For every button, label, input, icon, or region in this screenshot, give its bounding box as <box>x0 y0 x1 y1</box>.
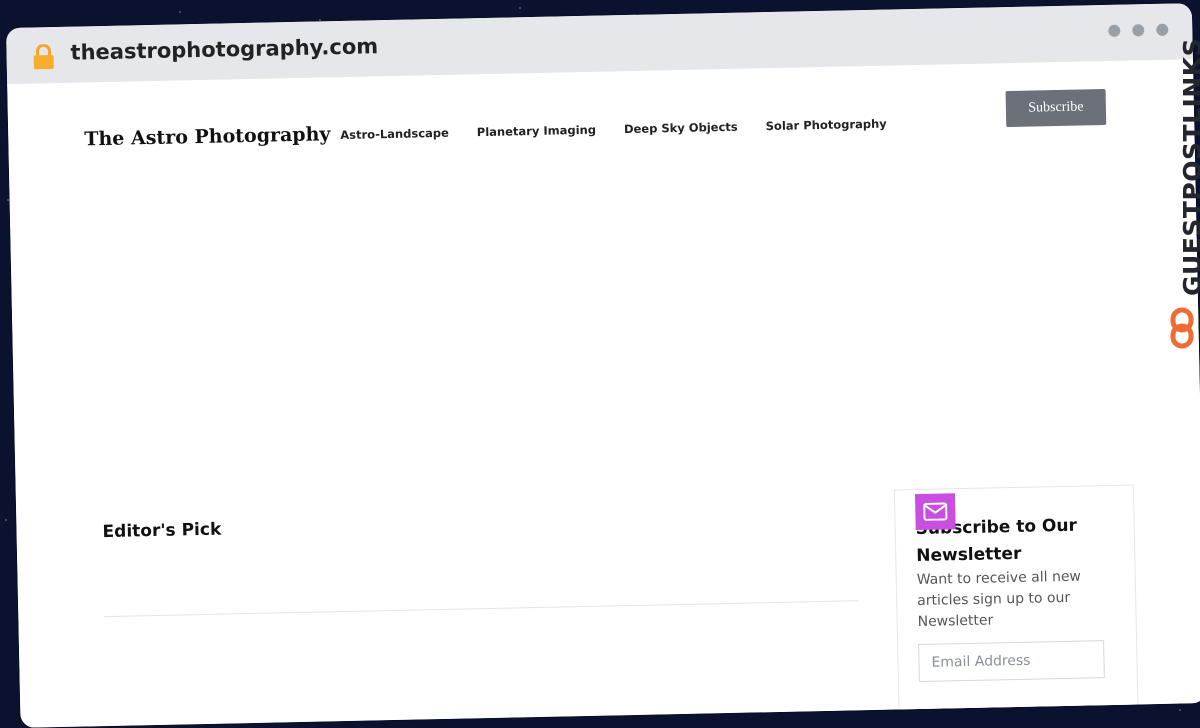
lock-icon <box>33 43 54 70</box>
window-control-dot[interactable] <box>1132 24 1145 37</box>
subscribe-button[interactable]: Subscribe <box>1005 88 1107 128</box>
nav-item-solar-photography[interactable]: Solar Photography <box>766 117 887 134</box>
section-divider <box>104 600 859 618</box>
window-control-dot[interactable] <box>1156 23 1169 36</box>
browser-window: theastrophotography.com The Astro Photog… <box>6 3 1200 728</box>
nav-item-astro-landscape[interactable]: Astro-Landscape <box>340 126 449 142</box>
address-bar-url[interactable]: theastrophotography.com <box>70 34 378 64</box>
editors-pick-heading: Editor's Pick <box>102 519 222 543</box>
mail-icon <box>914 493 956 531</box>
main-navigation: Astro-Landscape Planetary Imaging Deep S… <box>340 117 887 142</box>
newsletter-widget: Subscribe to Our Newsletter Want to rece… <box>893 484 1140 728</box>
window-control-dot[interactable] <box>1108 24 1121 37</box>
website-content: The Astro Photography Astro-Landscape Pl… <box>7 59 1200 728</box>
email-field[interactable] <box>918 640 1105 683</box>
watermark-text: GUESTPOSTLINKS <box>1178 37 1200 296</box>
window-controls <box>1108 23 1169 37</box>
nav-item-planetary-imaging[interactable]: Planetary Imaging <box>477 123 596 139</box>
newsletter-description: Want to receive all new articles sign up… <box>916 568 1082 631</box>
site-logo[interactable]: The Astro Photography <box>84 123 331 150</box>
nav-item-deep-sky-objects[interactable]: Deep Sky Objects <box>624 120 738 136</box>
